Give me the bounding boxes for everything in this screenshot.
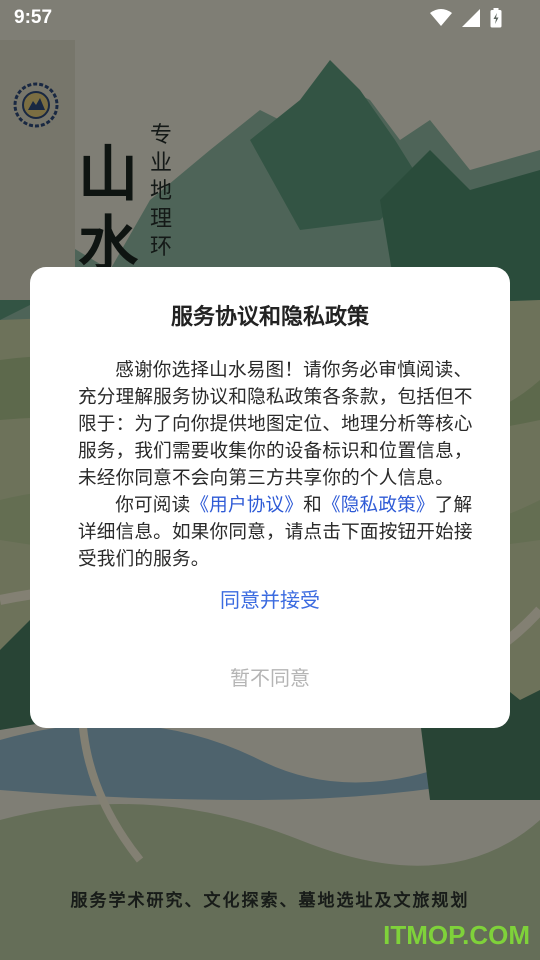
privacy-dialog: 服务协议和隐私政策 感谢你选择山水易图！请你务必审慎阅读、充分理解服务协议和隐私… xyxy=(30,267,510,728)
watermark: ITMOP.COM xyxy=(383,920,530,950)
status-time: 9:57 xyxy=(14,7,53,28)
dialog-body: 感谢你选择山水易图！请你务必审慎阅读、充分理解服务协议和隐私政策各条款，包括但不… xyxy=(78,357,474,573)
splash-screen: 山 水 专 业 地 理 环 服务学术研究、文化探索、墓地选址及文旅规划 ITMO… xyxy=(0,0,540,960)
accept-button[interactable]: 同意并接受 xyxy=(30,585,510,615)
dialog-paragraph-2: 你可阅读《用户协议》和《隐私政策》了解详细信息。如果你同意，请点击下面按钮开始接… xyxy=(78,492,474,573)
signal-icon xyxy=(462,9,480,27)
status-bar: 9:57 xyxy=(0,0,540,36)
paragraph-2-prefix: 你可阅读 xyxy=(115,495,191,516)
user-agreement-link[interactable]: 《用户协议》 xyxy=(190,495,303,516)
decline-button[interactable]: 暂不同意 xyxy=(30,663,510,693)
dialog-paragraph-1: 感谢你选择山水易图！请你务必审慎阅读、充分理解服务协议和隐私政策各条款，包括但不… xyxy=(78,360,473,489)
paragraph-2-and: 和 xyxy=(303,495,322,516)
battery-charging-icon xyxy=(490,8,502,28)
dialog-title: 服务协议和隐私政策 xyxy=(170,305,369,330)
wifi-icon xyxy=(430,9,452,26)
privacy-policy-link[interactable]: 《隐私政策》 xyxy=(322,495,435,516)
